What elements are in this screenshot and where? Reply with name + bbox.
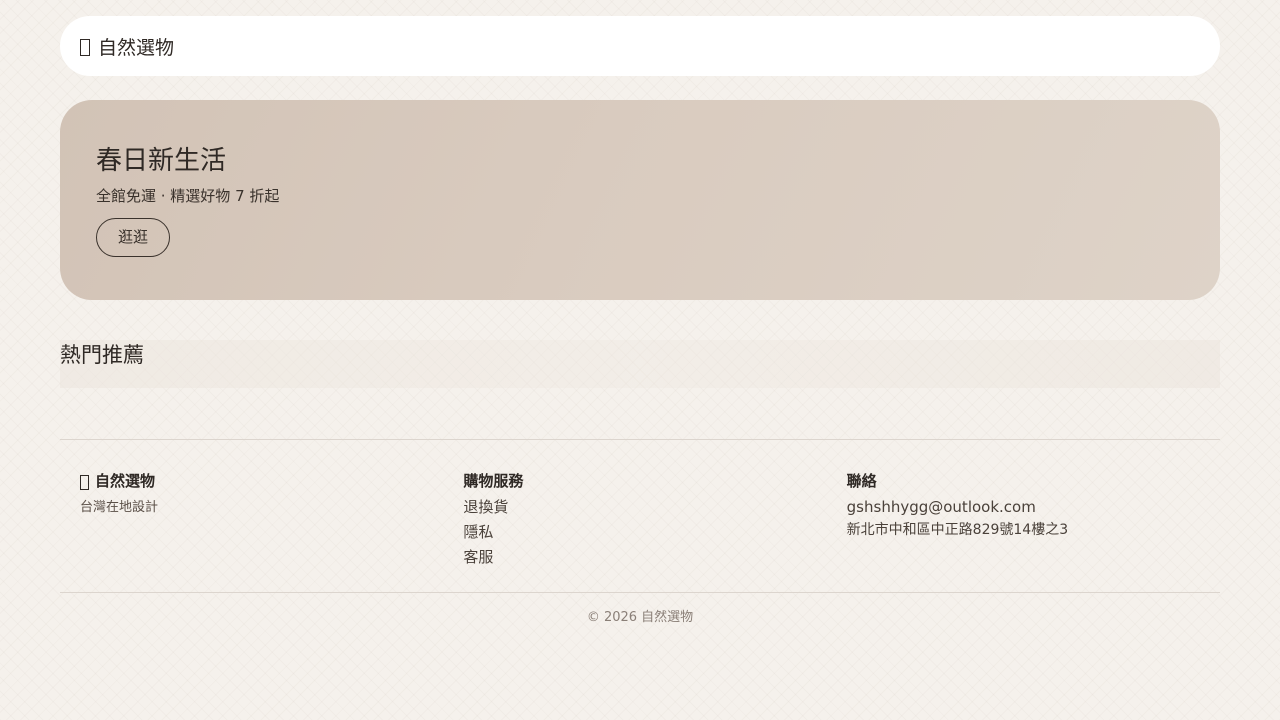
top-nav-bar: 自然選物	[60, 16, 1220, 76]
hero-banner: 春日新生活 全館免運 · 精選好物 7 折起 逛逛	[60, 100, 1220, 300]
footer-divider-top	[60, 439, 1220, 440]
browse-button[interactable]: 逛逛	[96, 218, 170, 257]
section-title-recommend: 熱門推薦	[60, 340, 1220, 388]
box-icon	[80, 38, 90, 56]
footer-service-column: 購物服務 退換貨 隱私 客服	[443, 470, 826, 570]
footer-brand-column: 自然選物 台灣在地設計	[60, 470, 443, 570]
footer-email-link[interactable]: gshshhygg@outlook.com	[847, 495, 1210, 520]
footer-service-title: 購物服務	[463, 472, 524, 490]
footer-link-privacy[interactable]: 隱私	[463, 520, 826, 545]
footer-brand: 自然選物	[80, 470, 443, 492]
footer-tagline: 台灣在地設計	[80, 500, 159, 515]
footer-service-links: 退換貨 隱私 客服	[463, 495, 826, 570]
hero-title: 春日新生活	[96, 146, 227, 176]
brand-logo[interactable]: 自然選物	[80, 33, 174, 60]
footer-address: 新北市中和區中正路829號14樓之3	[846, 522, 1069, 538]
footer-divider-bottom	[60, 592, 1220, 593]
copyright-text: © 2026 自然選物	[586, 610, 694, 625]
brand-name: 自然選物	[98, 36, 175, 59]
footer-contact-title: 聯絡	[846, 472, 877, 490]
footer-brand-name: 自然選物	[95, 472, 156, 490]
footer-contact-column: 聯絡 gshshhygg@outlook.com 新北市中和區中正路829號14…	[827, 470, 1210, 570]
footer-link-support[interactable]: 客服	[463, 545, 826, 570]
hero-subtitle: 全館免運 · 精選好物 7 折起	[96, 187, 280, 205]
box-icon	[80, 474, 89, 490]
footer-link-returns[interactable]: 退換貨	[463, 495, 826, 520]
footer: 自然選物 台灣在地設計 購物服務 退換貨 隱私 客服 聯絡 gshshhygg@…	[60, 470, 1220, 570]
